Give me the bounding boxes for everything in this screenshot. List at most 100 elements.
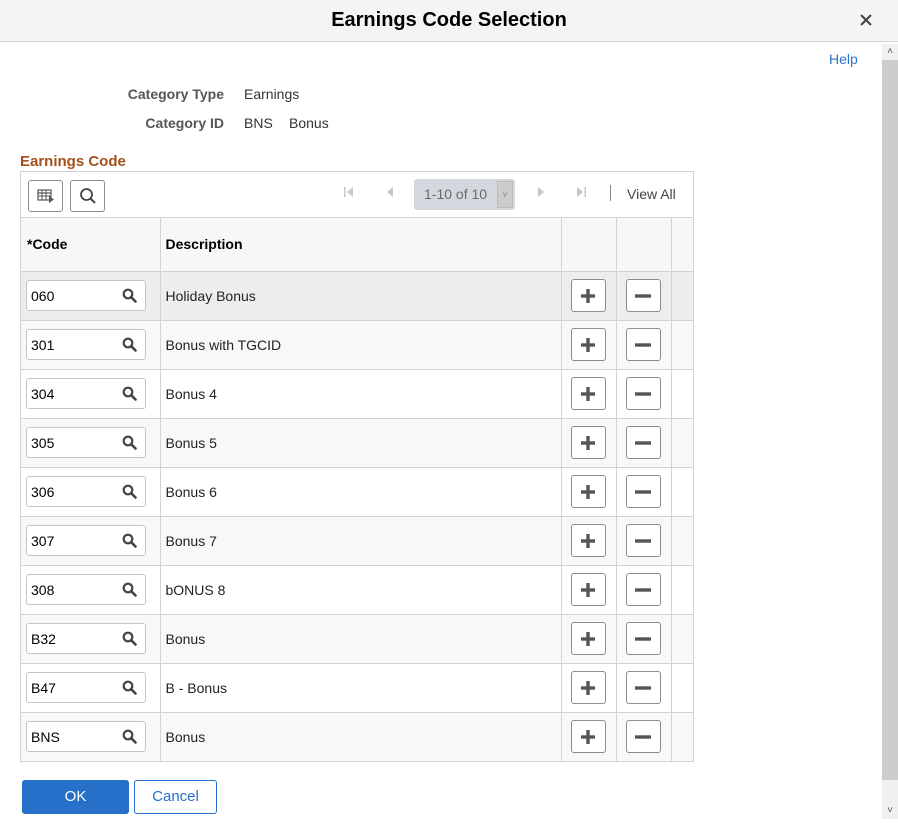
delete-row-cell: [616, 614, 672, 664]
add-row-button[interactable]: [570, 573, 606, 606]
cancel-button[interactable]: Cancel: [134, 780, 217, 814]
add-row-button[interactable]: [570, 720, 606, 753]
table-header-row: *Code Description: [21, 218, 693, 272]
description-cell: Bonus: [160, 614, 562, 664]
lookup-button[interactable]: [122, 631, 137, 649]
search-icon: [122, 435, 137, 450]
code-input[interactable]: [27, 281, 117, 310]
add-row-button[interactable]: [570, 622, 606, 655]
next-page-icon[interactable]: [536, 186, 546, 201]
code-input[interactable]: [27, 330, 117, 359]
help-link[interactable]: Help: [829, 51, 858, 67]
add-row-cell: [561, 369, 617, 419]
add-row-button[interactable]: [570, 377, 606, 410]
first-page-icon[interactable]: [343, 186, 355, 201]
table-row[interactable]: bONUS 8: [21, 565, 693, 615]
lookup-button[interactable]: [122, 484, 137, 502]
spacer-cell: [671, 418, 693, 468]
delete-row-button[interactable]: [625, 671, 661, 704]
code-field[interactable]: [26, 427, 146, 458]
code-field[interactable]: [26, 525, 146, 556]
code-input[interactable]: [27, 428, 117, 457]
chevron-down-icon[interactable]: ∨: [497, 181, 513, 208]
delete-row-button[interactable]: [625, 524, 661, 557]
delete-row-button[interactable]: [625, 279, 661, 312]
lookup-button[interactable]: [122, 533, 137, 551]
table-row[interactable]: B - Bonus: [21, 663, 693, 713]
personalize-button[interactable]: [28, 180, 63, 212]
find-button[interactable]: [70, 180, 105, 212]
plus-icon: [581, 288, 595, 303]
code-input[interactable]: [27, 379, 117, 408]
lookup-button[interactable]: [122, 337, 137, 355]
lookup-button[interactable]: [122, 435, 137, 453]
code-input[interactable]: [27, 477, 117, 506]
delete-row-button[interactable]: [625, 475, 661, 508]
spacer-cell: [671, 565, 693, 615]
close-button[interactable]: [860, 10, 872, 31]
scroll-up-icon[interactable]: ˄: [882, 44, 898, 60]
add-row-button[interactable]: [570, 671, 606, 704]
code-field[interactable]: [26, 672, 146, 703]
minus-icon: [635, 391, 651, 396]
table-row[interactable]: Bonus: [21, 614, 693, 664]
code-field[interactable]: [26, 721, 146, 752]
table-row[interactable]: Bonus: [21, 712, 693, 762]
table-row[interactable]: Bonus 5: [21, 418, 693, 468]
last-page-icon[interactable]: [575, 186, 587, 201]
category-type-value: Earnings: [244, 86, 300, 102]
code-field[interactable]: [26, 574, 146, 605]
code-input[interactable]: [27, 526, 117, 555]
minus-icon: [635, 636, 651, 641]
search-icon: [122, 386, 137, 401]
table-row[interactable]: Bonus 7: [21, 516, 693, 566]
add-row-button[interactable]: [570, 279, 606, 312]
vertical-scrollbar[interactable]: ˄ ˅: [882, 44, 898, 819]
delete-row-cell: [616, 271, 672, 321]
code-input[interactable]: [27, 624, 117, 653]
plus-icon: [581, 386, 595, 401]
minus-icon: [635, 293, 651, 298]
previous-page-icon[interactable]: [385, 186, 395, 201]
code-input[interactable]: [27, 722, 117, 751]
plus-icon: [581, 729, 595, 744]
lookup-button[interactable]: [122, 582, 137, 600]
delete-row-button[interactable]: [625, 426, 661, 459]
column-header-spacer: [671, 218, 693, 272]
add-row-button[interactable]: [570, 524, 606, 557]
delete-row-cell: [616, 467, 672, 517]
minus-icon: [635, 440, 651, 445]
lookup-button[interactable]: [122, 680, 137, 698]
code-field[interactable]: [26, 623, 146, 654]
table-row[interactable]: Bonus 4: [21, 369, 693, 419]
scrollbar-thumb[interactable]: [882, 60, 898, 780]
code-field[interactable]: [26, 378, 146, 409]
lookup-button[interactable]: [122, 386, 137, 404]
delete-row-button[interactable]: [625, 622, 661, 655]
delete-row-button[interactable]: [625, 377, 661, 410]
close-icon: [860, 14, 872, 26]
scroll-down-icon[interactable]: ˅: [882, 803, 898, 819]
delete-row-button[interactable]: [625, 573, 661, 606]
page-range-selector[interactable]: 1-10 of 10 ∨: [414, 179, 515, 210]
delete-row-button[interactable]: [625, 720, 661, 753]
lookup-button[interactable]: [122, 729, 137, 747]
code-field[interactable]: [26, 476, 146, 507]
earnings-code-table: *Code Description Holiday BonusBonus wit…: [21, 218, 693, 762]
code-field[interactable]: [26, 280, 146, 311]
add-row-button[interactable]: [570, 328, 606, 361]
table-row[interactable]: Holiday Bonus: [21, 271, 693, 321]
code-field[interactable]: [26, 329, 146, 360]
view-all-link[interactable]: View All: [627, 186, 676, 202]
ok-button[interactable]: OK: [22, 780, 129, 814]
code-cell: [21, 467, 161, 517]
search-icon: [79, 188, 96, 204]
add-row-button[interactable]: [570, 426, 606, 459]
code-input[interactable]: [27, 673, 117, 702]
delete-row-button[interactable]: [625, 328, 661, 361]
table-row[interactable]: Bonus 6: [21, 467, 693, 517]
lookup-button[interactable]: [122, 288, 137, 306]
table-row[interactable]: Bonus with TGCID: [21, 320, 693, 370]
code-input[interactable]: [27, 575, 117, 604]
add-row-button[interactable]: [570, 475, 606, 508]
